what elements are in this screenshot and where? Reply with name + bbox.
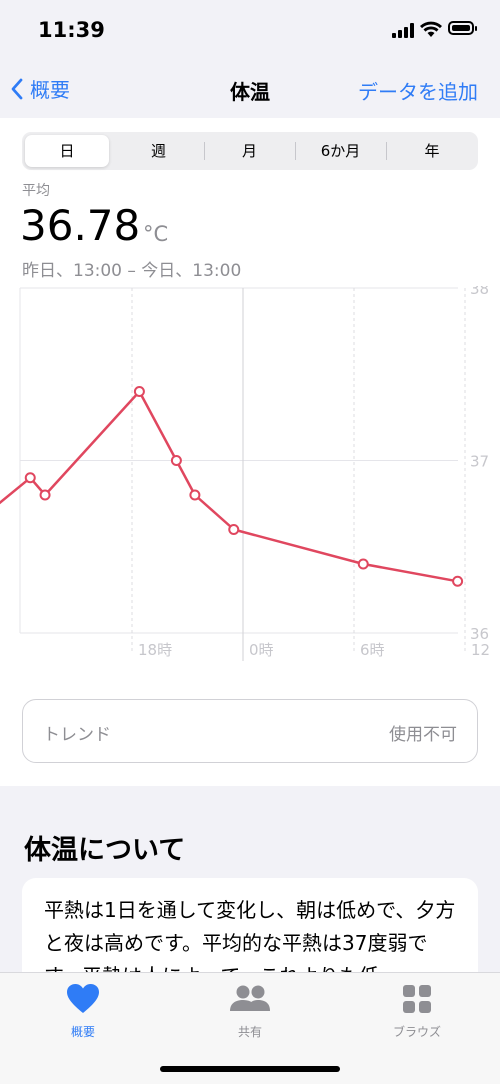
battery-icon <box>448 21 477 35</box>
home-indicator <box>160 1066 340 1072</box>
x-tick-label: 18時 <box>138 641 172 659</box>
series-line <box>0 390 458 583</box>
tab-sharing[interactable]: 共有 <box>190 983 310 1040</box>
wifi-icon <box>420 21 442 37</box>
x-tick-label: 0時 <box>249 641 274 659</box>
add-data-button[interactable]: データを追加 <box>358 76 478 105</box>
tab-summary[interactable]: 概要 <box>23 983 143 1040</box>
data-point <box>357 558 369 570</box>
average-label: 平均 <box>22 183 50 199</box>
tab-browse[interactable]: ブラウズ <box>357 983 477 1040</box>
segment-week[interactable]: 週 <box>113 132 204 170</box>
x-tick-label: 12 <box>471 641 490 659</box>
tab-summary-label: 概要 <box>70 1025 95 1039</box>
data-point <box>189 489 201 501</box>
average-unit: °C <box>143 222 169 246</box>
navigation-bar: 概要 体温 データを追加 <box>0 64 500 114</box>
tab-browse-label: ブラウズ <box>392 1025 441 1039</box>
average-value: 36.78 <box>20 201 141 250</box>
tab-sharing-label: 共有 <box>237 1025 262 1039</box>
y-tick-label: 37 <box>470 453 489 471</box>
chart-card: 日 週 月 6か月 年 平均 36.78 °C 昨日、13:00 – 今日、13… <box>0 118 500 786</box>
data-point <box>39 489 51 501</box>
status-time: 11:39 <box>38 18 105 42</box>
data-point <box>24 472 36 484</box>
cellular-signal-icon <box>392 22 416 38</box>
segment-day[interactable]: 日 <box>25 135 109 167</box>
data-point <box>170 455 182 466</box>
data-point <box>228 524 240 535</box>
about-title: 体温について <box>24 835 186 866</box>
segment-6months[interactable]: 6か月 <box>295 132 386 170</box>
range-segmented-control: 日 週 月 6か月 年 <box>22 132 478 170</box>
temperature-chart[interactable]: 38373618時 0時 6時 12 <box>0 286 500 666</box>
heart-icon <box>67 984 99 1013</box>
trend-row[interactable]: トレンド 使用不可 <box>22 699 478 763</box>
y-tick-label: 38 <box>470 286 489 298</box>
trend-value: 使用不可 <box>389 725 457 745</box>
data-point <box>133 386 145 397</box>
trend-label: トレンド <box>43 725 111 745</box>
segment-month[interactable]: 月 <box>204 132 295 170</box>
data-point <box>452 575 464 587</box>
x-tick-label: 6時 <box>360 641 385 659</box>
segment-year[interactable]: 年 <box>386 132 478 170</box>
grid-icon <box>403 985 431 1013</box>
status-bar: 11:39 <box>0 0 500 60</box>
date-range: 昨日、13:00 – 今日、13:00 <box>22 261 242 281</box>
people-icon <box>230 985 270 1011</box>
